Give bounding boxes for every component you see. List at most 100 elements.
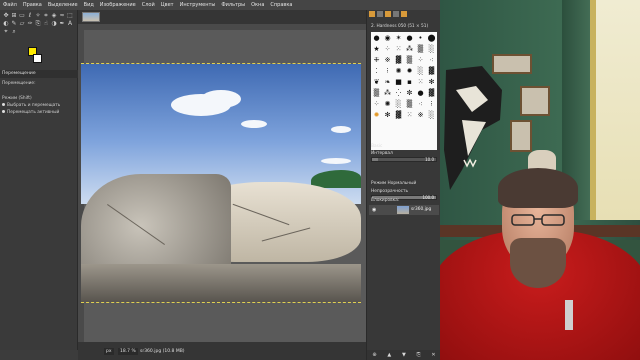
image-tab-thumbnail[interactable] (82, 12, 100, 22)
brush-orange-icon[interactable]: ✹ (371, 109, 382, 120)
fuzzy-select-icon[interactable]: ✧ (34, 12, 42, 20)
brush-dots-icon[interactable]: ⁚ (371, 65, 382, 76)
delete-layer-icon[interactable]: ✕ (431, 352, 435, 358)
brush-round-icon[interactable]: • (415, 32, 426, 43)
menu-view[interactable]: Вид (81, 0, 97, 10)
smudge-icon[interactable]: ☝ (42, 20, 50, 28)
paintbrush-icon[interactable]: ✎ (10, 20, 18, 28)
clone-icon[interactable]: ⎘ (34, 20, 42, 28)
rect-select-icon[interactable]: ▭ (18, 12, 26, 20)
unit-select[interactable]: px (104, 348, 114, 355)
move-tool-icon[interactable]: ✥ (2, 12, 10, 20)
menu-filters[interactable]: Фильтры (218, 0, 248, 10)
menu-layer[interactable]: Слой (139, 0, 158, 10)
brush-grunge-icon[interactable]: ✺ (393, 65, 404, 76)
brush-star-icon[interactable]: ★ (371, 43, 382, 54)
brush-splatter-icon[interactable]: ⁘ (371, 98, 382, 109)
brush-dots-icon[interactable]: ⁝ (382, 65, 393, 76)
brush-round-icon[interactable]: ● (404, 32, 415, 43)
brush-block-icon[interactable]: ■ (393, 76, 404, 87)
brush-block-icon[interactable]: ▪ (404, 76, 415, 87)
menu-select[interactable]: Выделение (45, 0, 81, 10)
brush-splatter-icon[interactable]: ⁖ (415, 98, 426, 109)
brush-round-icon[interactable]: ● (415, 87, 426, 98)
raise-layer-icon[interactable]: ▲ (387, 352, 391, 358)
new-layer-icon[interactable]: ⊕ (372, 352, 376, 358)
brush-texture-icon[interactable]: ▓ (426, 87, 437, 98)
crop-icon[interactable]: ⌗ (42, 12, 50, 20)
airbrush-icon[interactable]: ✑ (26, 20, 34, 28)
lasso-icon[interactable]: ℓ (26, 12, 34, 20)
brush-leaf-icon[interactable]: ❧ (382, 76, 393, 87)
fonts-tab-icon[interactable] (393, 11, 399, 17)
menu-file[interactable]: Файл (0, 0, 20, 10)
visibility-eye-icon[interactable]: ◉ (372, 207, 376, 213)
brush-texture-icon[interactable]: ░ (426, 109, 437, 120)
brush-star-icon[interactable]: ✶ (393, 32, 404, 43)
color-picker-icon[interactable]: ⌖ (2, 28, 10, 36)
brush-round-icon[interactable]: ⬤ (426, 32, 437, 43)
brush-texture-icon[interactable]: ░ (426, 43, 437, 54)
path-icon[interactable]: ✒ (58, 20, 66, 28)
brush-hardness-icon[interactable]: ● (371, 32, 382, 43)
brush-dots-icon[interactable]: ⁝ (426, 98, 437, 109)
brush-splatter-icon[interactable]: ⁙ (393, 43, 404, 54)
brushes-tab-icon[interactable] (369, 11, 375, 17)
brush-texture-icon[interactable]: ▓ (393, 109, 404, 120)
brush-grunge-icon[interactable]: ✻ (426, 76, 437, 87)
dodge-icon[interactable]: ◑ (50, 20, 58, 28)
spacing-slider[interactable]: 10.0 (371, 157, 437, 162)
brush-texture-icon[interactable]: ▓ (393, 54, 404, 65)
zoom-select[interactable]: 18.7 % (118, 348, 138, 355)
brush-dots-icon[interactable]: ⁛ (393, 87, 404, 98)
patterns-tab-icon[interactable] (377, 11, 383, 17)
brush-texture-icon[interactable]: ▒ (371, 87, 382, 98)
zoom-icon[interactable]: ⌕ (10, 28, 18, 36)
brush-leaf-icon[interactable]: ❦ (371, 76, 382, 87)
menu-windows[interactable]: Окна (248, 0, 267, 10)
brush-gear-icon[interactable]: ✺ (382, 98, 393, 109)
unified-transform-icon[interactable]: ◈ (50, 12, 58, 20)
active-layer-option[interactable]: Перемещать активный (2, 110, 59, 115)
history-tab-icon[interactable] (401, 11, 407, 17)
brush-grunge-icon[interactable]: ⁜ (371, 54, 382, 65)
brush-grunge-icon[interactable]: ✼ (404, 87, 415, 98)
brush-splatter-icon[interactable]: ⁘ (382, 43, 393, 54)
menu-edit[interactable]: Правка (20, 0, 45, 10)
layer-row[interactable]: ◉ sr360.jpg (369, 205, 439, 215)
menu-help[interactable]: Справка (267, 0, 295, 10)
brush-texture-icon[interactable]: ░ (393, 98, 404, 109)
brush-grunge-icon[interactable]: ※ (382, 54, 393, 65)
layer-mode-row[interactable]: Режим Нормальный (371, 181, 416, 186)
brush-soft-icon[interactable]: ◉ (382, 32, 393, 43)
brush-grunge-icon[interactable]: ✻ (382, 109, 393, 120)
eraser-icon[interactable]: ▱ (18, 20, 26, 28)
menu-colors[interactable]: Цвет (158, 0, 177, 10)
brush-splatter-icon[interactable]: ⁖ (426, 54, 437, 65)
brush-splatter-icon[interactable]: ⁂ (404, 43, 415, 54)
duplicate-layer-icon[interactable]: ⎘ (417, 352, 421, 358)
align-tool-icon[interactable]: ⊞ (10, 12, 18, 20)
background-color-swatch[interactable] (33, 54, 42, 63)
image-canvas[interactable] (81, 63, 361, 303)
pick-layer-option[interactable]: Выбрать и перемещать (2, 103, 60, 108)
bucket-fill-icon[interactable]: ◐ (2, 20, 10, 28)
warp-icon[interactable]: ≈ (58, 12, 66, 20)
brush-grunge-icon[interactable]: ※ (415, 109, 426, 120)
brush-splatter-icon[interactable]: ⁙ (415, 76, 426, 87)
brush-grunge-icon[interactable]: ✹ (404, 65, 415, 76)
brush-splatter-icon[interactable]: ⁙ (404, 109, 415, 120)
menu-tools[interactable]: Инструменты (177, 0, 219, 10)
text-icon[interactable]: A (66, 20, 74, 28)
brush-texture-icon[interactable]: ▓ (426, 65, 437, 76)
brush-texture-icon[interactable]: ▒ (415, 43, 426, 54)
lower-layer-icon[interactable]: ▼ (402, 352, 406, 358)
brush-texture-icon[interactable]: ░ (415, 65, 426, 76)
brush-splatter-icon[interactable]: ⁘ (415, 54, 426, 65)
brush-texture-icon[interactable]: ▒ (404, 98, 415, 109)
gradients-tab-icon[interactable] (385, 11, 391, 17)
brush-splatter-icon[interactable]: ⁂ (382, 87, 393, 98)
brush-texture-icon[interactable]: ▒ (404, 54, 415, 65)
cage-icon[interactable]: ⬚ (66, 12, 74, 20)
menu-image[interactable]: Изображение (97, 0, 139, 10)
